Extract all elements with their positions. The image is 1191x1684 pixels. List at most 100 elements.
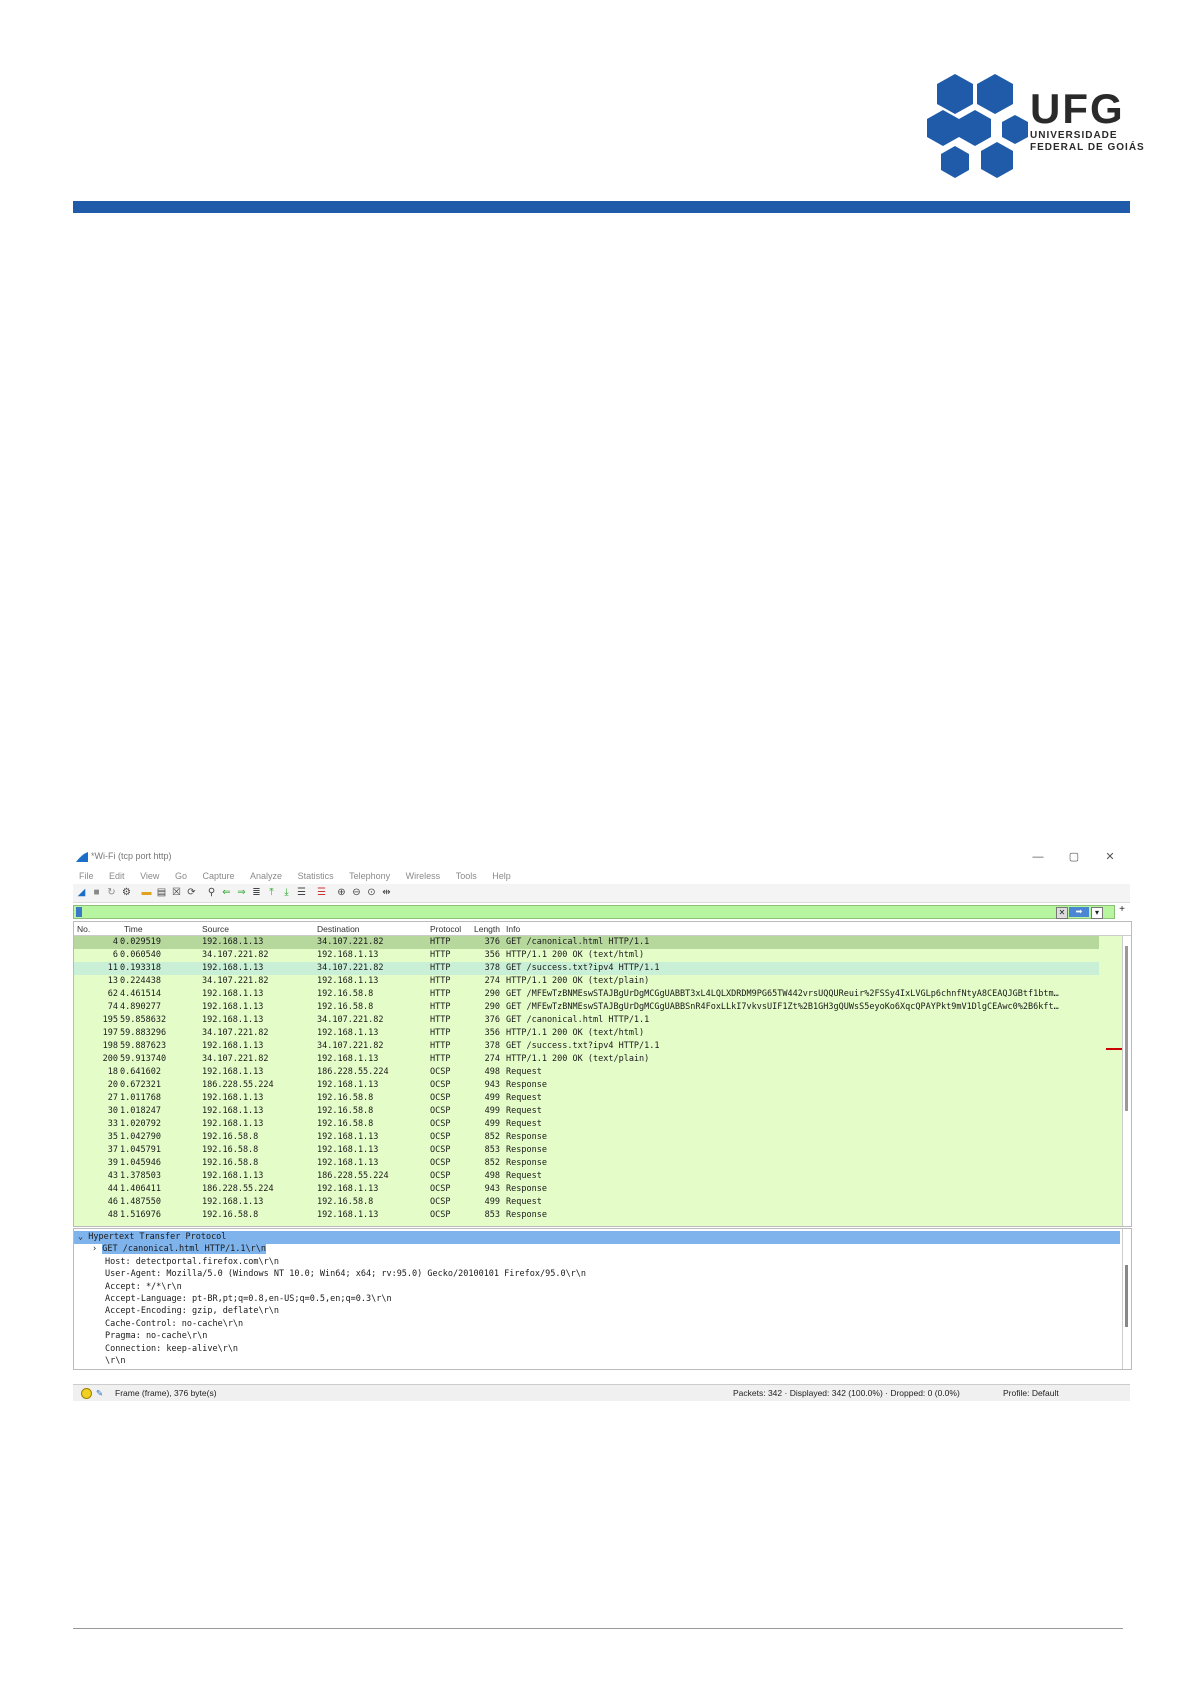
packet-time: 1.011768 bbox=[120, 1093, 161, 1103]
close-button[interactable]: ✕ bbox=[1092, 848, 1128, 866]
save-file-icon[interactable]: ▤ bbox=[155, 886, 168, 899]
packet-row[interactable]: 13 0.224438 34.107.221.82 192.168.1.13 HTTP 2… bbox=[74, 975, 1099, 988]
packet-destination: 34.107.221.82 bbox=[317, 937, 384, 947]
bookmark-icon[interactable] bbox=[76, 907, 82, 917]
packet-source: 192.16.58.8 bbox=[202, 1210, 259, 1220]
packet-row[interactable]: 27 1.011768 192.168.1.13 192.16.58.8 OCSP 499… bbox=[74, 1092, 1099, 1105]
start-capture-icon[interactable]: ◢ bbox=[75, 886, 88, 899]
zoom-out-icon[interactable]: ⊖ bbox=[350, 886, 363, 899]
packet-time: 1.378503 bbox=[120, 1171, 161, 1181]
stop-capture-icon[interactable]: ■ bbox=[90, 886, 103, 899]
menu-tools[interactable]: Tools bbox=[456, 868, 477, 884]
packet-row[interactable]: 20 0.672321 186.228.55.224 192.168.1.13 OCSP… bbox=[74, 1079, 1099, 1092]
details-scroll-thumb[interactable] bbox=[1125, 1265, 1128, 1327]
menu-capture[interactable]: Capture bbox=[202, 868, 234, 884]
menu-help[interactable]: Help bbox=[492, 868, 511, 884]
detail-header-field[interactable]: Accept: */*\r\n bbox=[74, 1281, 1131, 1294]
reload-file-icon[interactable]: ⟳ bbox=[185, 886, 198, 899]
menu-telephony[interactable]: Telephony bbox=[349, 868, 390, 884]
display-filter-input[interactable]: ✕ ➡ ▾ bbox=[73, 905, 1115, 919]
find-packet-icon[interactable]: ⚲ bbox=[205, 886, 218, 899]
packet-destination: 34.107.221.82 bbox=[317, 1015, 384, 1025]
zoom-in-icon[interactable]: ⊕ bbox=[335, 886, 348, 899]
clear-filter-icon[interactable]: ✕ bbox=[1056, 907, 1068, 919]
capture-options-icon[interactable]: ⚙ bbox=[120, 886, 133, 899]
first-packet-icon[interactable]: ⤒ bbox=[265, 886, 278, 899]
packet-row[interactable]: 37 1.045791 192.16.58.8 192.168.1.13 OCSP 853… bbox=[74, 1144, 1099, 1157]
expert-info-icon[interactable] bbox=[81, 1388, 92, 1399]
packet-row[interactable]: 197 59.883296 34.107.221.82 192.168.1.13 HTT… bbox=[74, 1027, 1099, 1040]
col-header-info[interactable]: Info bbox=[506, 924, 520, 934]
detail-header-field[interactable]: Accept-Encoding: gzip, deflate\r\n bbox=[74, 1305, 1131, 1318]
menu-go[interactable]: Go bbox=[175, 868, 187, 884]
col-header-protocol[interactable]: Protocol bbox=[430, 924, 461, 934]
packet-row[interactable]: 6 0.060540 34.107.221.82 192.168.1.13 HTTP 35… bbox=[74, 949, 1099, 962]
detail-text: Host: detectportal.firefox.com\r\n bbox=[105, 1256, 279, 1267]
packet-row[interactable]: 30 1.018247 192.168.1.13 192.16.58.8 OCSP 499… bbox=[74, 1105, 1099, 1118]
details-scrollbar[interactable] bbox=[1122, 1229, 1131, 1369]
detail-header-field[interactable]: \r\n bbox=[74, 1355, 1131, 1368]
open-file-icon[interactable]: ▬ bbox=[140, 886, 153, 899]
menu-view[interactable]: View bbox=[140, 868, 159, 884]
go-to-packet-icon[interactable]: ≣ bbox=[250, 886, 263, 899]
close-file-icon[interactable]: ☒ bbox=[170, 886, 183, 899]
col-header-time[interactable]: Time bbox=[124, 924, 143, 934]
packet-list-scrollbar[interactable] bbox=[1122, 936, 1131, 1226]
menu-edit[interactable]: Edit bbox=[109, 868, 125, 884]
go-forward-icon[interactable]: ⇒ bbox=[235, 886, 248, 899]
packet-no: 74 bbox=[107, 1002, 118, 1012]
status-profile-text[interactable]: Profile: Default bbox=[1003, 1385, 1059, 1401]
packet-protocol: HTTP bbox=[430, 976, 451, 986]
filter-history-icon[interactable]: ▾ bbox=[1091, 907, 1103, 919]
resize-columns-icon[interactable]: ⇹ bbox=[380, 886, 393, 899]
scroll-thumb[interactable] bbox=[1125, 946, 1128, 1111]
go-back-icon[interactable]: ⇐ bbox=[220, 886, 233, 899]
col-header-length[interactable]: Length bbox=[474, 924, 500, 934]
maximize-button[interactable]: ▢ bbox=[1056, 848, 1092, 866]
packet-row[interactable]: 18 0.641602 192.168.1.13 186.228.55.224 OCSP… bbox=[74, 1066, 1099, 1079]
packet-row[interactable]: 44 1.406411 186.228.55.224 192.168.1.13 OCSP… bbox=[74, 1183, 1099, 1196]
menu-file[interactable]: File bbox=[79, 868, 94, 884]
packet-time: 59.858632 bbox=[120, 1015, 167, 1025]
menu-analyze[interactable]: Analyze bbox=[250, 868, 282, 884]
expand-arrow-icon[interactable]: ⌄ bbox=[78, 1232, 88, 1242]
packet-row[interactable]: 74 4.890277 192.168.1.13 192.16.58.8 HTTP 290… bbox=[74, 1001, 1099, 1014]
detail-header-field[interactable]: Pragma: no-cache\r\n bbox=[74, 1330, 1131, 1343]
detail-header-field[interactable]: User-Agent: Mozilla/5.0 (Windows NT 10.0… bbox=[74, 1268, 1131, 1281]
menu-statistics[interactable]: Statistics bbox=[298, 868, 334, 884]
detail-header-field[interactable]: Connection: keep-alive\r\n bbox=[74, 1343, 1131, 1356]
detail-request-line[interactable]: › GET /canonical.html HTTP/1.1\r\n bbox=[74, 1243, 1131, 1256]
packet-row[interactable]: 35 1.042790 192.16.58.8 192.168.1.13 OCSP 852… bbox=[74, 1131, 1099, 1144]
colorize-icon[interactable]: ☰ bbox=[315, 886, 328, 899]
minimize-button[interactable]: — bbox=[1020, 848, 1056, 866]
packet-row[interactable]: 39 1.045946 192.16.58.8 192.168.1.13 OCSP 852… bbox=[74, 1157, 1099, 1170]
packet-row[interactable]: 46 1.487550 192.168.1.13 192.16.58.8 OCSP 499… bbox=[74, 1196, 1099, 1209]
packet-row[interactable]: 200 59.913740 34.107.221.82 192.168.1.13 HTT… bbox=[74, 1053, 1099, 1066]
edit-comment-icon[interactable]: ✎ bbox=[96, 1385, 103, 1401]
packet-row[interactable]: 198 59.887623 192.168.1.13 34.107.221.82 HTT… bbox=[74, 1040, 1099, 1053]
packet-row[interactable]: 43 1.378503 192.168.1.13 186.228.55.224 OCSP… bbox=[74, 1170, 1099, 1183]
collapse-arrow-icon[interactable]: › bbox=[92, 1244, 102, 1254]
last-packet-icon[interactable]: ⤓ bbox=[280, 886, 293, 899]
normal-size-icon[interactable]: ⊙ bbox=[365, 886, 378, 899]
detail-header-field[interactable]: Cache-Control: no-cache\r\n bbox=[74, 1318, 1131, 1331]
packet-row[interactable]: 33 1.020792 192.168.1.13 192.16.58.8 OCSP 499… bbox=[74, 1118, 1099, 1131]
restart-capture-icon[interactable]: ↻ bbox=[105, 886, 118, 899]
detail-header-field[interactable]: Host: detectportal.firefox.com\r\n bbox=[74, 1256, 1131, 1269]
col-header-no[interactable]: No. bbox=[77, 924, 90, 934]
packet-row[interactable]: 4 0.029519 192.168.1.13 34.107.221.82 HTTP 37… bbox=[74, 936, 1099, 949]
packet-row[interactable]: 48 1.516976 192.16.58.8 192.168.1.13 OCSP 853… bbox=[74, 1209, 1099, 1222]
autoscroll-icon[interactable]: ☰ bbox=[295, 886, 308, 899]
detail-tree-root[interactable]: ⌄ Hypertext Transfer Protocol bbox=[74, 1231, 1120, 1244]
packet-row[interactable]: 11 0.193318 192.168.1.13 34.107.221.82 HTTP 3… bbox=[74, 962, 1099, 975]
add-filter-button[interactable]: + bbox=[1117, 905, 1127, 915]
col-header-destination[interactable]: Destination bbox=[317, 924, 360, 934]
detail-header-field[interactable]: Accept-Language: pt-BR,pt;q=0.8,en-US;q=… bbox=[74, 1293, 1131, 1306]
packet-info: Request bbox=[506, 1197, 542, 1207]
apply-filter-icon[interactable]: ➡ bbox=[1069, 907, 1089, 917]
packet-length: 499 bbox=[484, 1106, 500, 1116]
packet-row[interactable]: 195 59.858632 192.168.1.13 34.107.221.82 HTT… bbox=[74, 1014, 1099, 1027]
menu-wireless[interactable]: Wireless bbox=[406, 868, 441, 884]
col-header-source[interactable]: Source bbox=[202, 924, 229, 934]
packet-row[interactable]: 62 4.461514 192.168.1.13 192.16.58.8 HTTP 290… bbox=[74, 988, 1099, 1001]
